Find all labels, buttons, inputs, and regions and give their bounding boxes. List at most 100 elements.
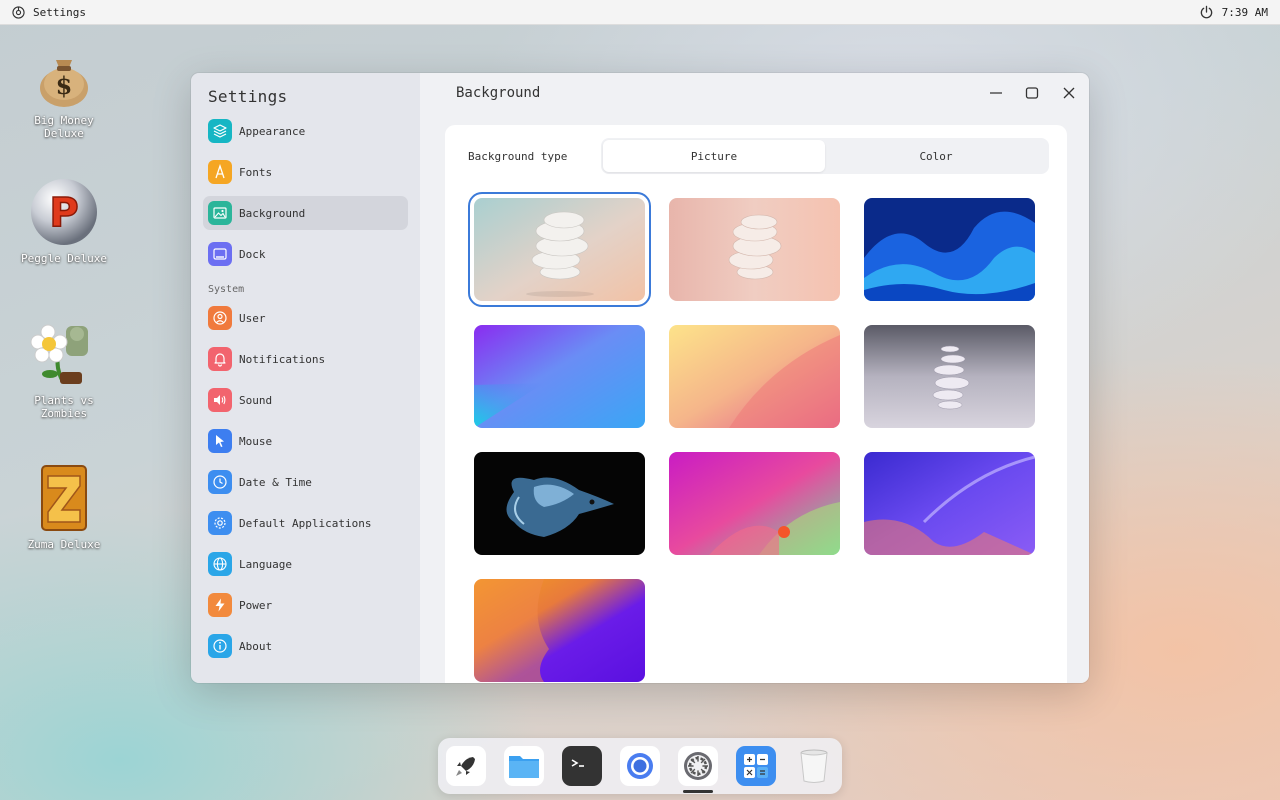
desktop-icon-label: Peggle Deluxe bbox=[20, 252, 108, 265]
main-panel: Background Background type Picture Color bbox=[420, 73, 1089, 683]
wallpaper-thumbnail[interactable] bbox=[669, 198, 840, 301]
page-title: Background bbox=[456, 85, 541, 101]
clock-icon bbox=[208, 470, 232, 494]
wallpaper-thumbnail[interactable] bbox=[474, 452, 645, 555]
sidebar-item-notifications[interactable]: Notifications bbox=[203, 342, 408, 376]
bell-icon bbox=[208, 347, 232, 371]
dock-app-browser[interactable] bbox=[620, 746, 660, 786]
sidebar-item-appearance[interactable]: Appearance bbox=[203, 114, 408, 148]
user-icon bbox=[208, 306, 232, 330]
minimize-button[interactable] bbox=[987, 84, 1005, 102]
power-icon[interactable] bbox=[1199, 5, 1214, 20]
folder-icon bbox=[509, 756, 539, 778]
cursor-icon bbox=[208, 429, 232, 453]
sidebar-item-label: Date & Time bbox=[239, 475, 312, 489]
dock-app-calculator[interactable] bbox=[736, 746, 776, 786]
speaker-icon bbox=[208, 388, 232, 412]
sidebar-item-date-time[interactable]: Date & Time bbox=[203, 465, 408, 499]
maximize-icon bbox=[1025, 87, 1039, 99]
font-icon bbox=[208, 160, 232, 184]
dock-app-files[interactable] bbox=[504, 746, 544, 786]
sidebar-section-system: System bbox=[208, 284, 245, 295]
browser-icon bbox=[627, 753, 653, 779]
lightning-icon bbox=[208, 593, 232, 617]
top-bar: Settings 7:39 AM bbox=[0, 0, 1280, 25]
sidebar-item-label: Fonts bbox=[239, 165, 273, 179]
background-type-label: Background type bbox=[468, 150, 568, 163]
wallpaper-thumbnail[interactable] bbox=[864, 452, 1035, 555]
sidebar-item-language[interactable]: Language bbox=[203, 547, 408, 581]
rocket-icon bbox=[456, 757, 475, 776]
desktop-icon-big-money[interactable]: $ Big Money Deluxe bbox=[14, 38, 114, 140]
sidebar-item-label: Language bbox=[239, 557, 292, 571]
wallpaper-thumbnail[interactable] bbox=[864, 325, 1035, 428]
minimize-icon bbox=[990, 92, 1002, 94]
wallpaper-thumbnail[interactable] bbox=[474, 325, 645, 428]
active-app-name: Settings bbox=[33, 5, 86, 19]
close-button[interactable] bbox=[1060, 84, 1078, 102]
calculator-icon bbox=[744, 754, 768, 778]
dock-icon bbox=[208, 242, 232, 266]
wallpaper-thumbnail[interactable] bbox=[669, 452, 840, 555]
desktop-icon-label: Big Money Deluxe bbox=[34, 114, 94, 140]
running-indicator bbox=[683, 790, 713, 793]
close-icon bbox=[1063, 87, 1075, 99]
desktop-icon-zuma[interactable]: Zuma Deluxe bbox=[14, 462, 114, 551]
background-settings-card: Background type Picture Color bbox=[445, 125, 1067, 683]
sidebar: Settings Appearance Fonts Background Doc… bbox=[191, 73, 420, 683]
sidebar-item-background[interactable]: Background bbox=[203, 196, 408, 230]
wallpaper-thumbnail[interactable] bbox=[669, 325, 840, 428]
sidebar-item-label: Mouse bbox=[239, 434, 273, 448]
picture-option-button[interactable]: Picture bbox=[603, 140, 825, 172]
settings-window: Settings Appearance Fonts Background Doc… bbox=[191, 73, 1089, 683]
sidebar-item-label: Sound bbox=[239, 393, 273, 407]
sidebar-title: Settings bbox=[208, 87, 288, 106]
desktop-icon-label: Plants vs Zombies bbox=[34, 394, 94, 420]
terminal-icon bbox=[571, 759, 584, 767]
trash-icon bbox=[800, 749, 828, 783]
dock-app-settings[interactable] bbox=[678, 746, 718, 786]
sidebar-item-user[interactable]: User bbox=[203, 301, 408, 335]
sidebar-item-label: Notifications bbox=[239, 352, 326, 366]
color-option-button[interactable]: Color bbox=[825, 140, 1047, 172]
desktop-icon-peggle[interactable]: P Peggle Deluxe bbox=[14, 176, 114, 265]
dock-app-terminal[interactable] bbox=[562, 746, 602, 786]
flower-icon bbox=[30, 324, 88, 384]
sidebar-item-power[interactable]: Power bbox=[203, 588, 408, 622]
peggle-ball-icon: P bbox=[31, 179, 97, 245]
sidebar-item-label: About bbox=[239, 639, 273, 653]
dock bbox=[438, 738, 842, 794]
sidebar-item-dock[interactable]: Dock bbox=[203, 237, 408, 271]
svg-text:P: P bbox=[49, 190, 78, 236]
sidebar-item-label: Background bbox=[239, 206, 306, 220]
sidebar-item-about[interactable]: About bbox=[203, 629, 408, 663]
app-logo-icon[interactable] bbox=[12, 5, 25, 19]
layers-icon bbox=[208, 119, 232, 143]
wallpaper-thumbnail[interactable] bbox=[468, 192, 651, 307]
money-bag-icon: $ bbox=[40, 60, 88, 107]
globe-icon bbox=[208, 552, 232, 576]
desktop-icon-plants-vs-zombies[interactable]: Plants vs Zombies bbox=[14, 318, 114, 420]
maximize-button[interactable] bbox=[1023, 84, 1041, 102]
image-icon bbox=[208, 201, 232, 225]
zuma-icon bbox=[41, 465, 87, 531]
sidebar-item-label: Appearance bbox=[239, 124, 306, 138]
desktop-icon-label: Zuma Deluxe bbox=[27, 538, 101, 551]
sidebar-item-label: Dock bbox=[239, 247, 266, 261]
sidebar-item-default-applications[interactable]: Default Applications bbox=[203, 506, 408, 540]
sidebar-item-sound[interactable]: Sound bbox=[203, 383, 408, 417]
sidebar-item-fonts[interactable]: Fonts bbox=[203, 155, 408, 189]
dock-app-trash[interactable] bbox=[794, 746, 834, 786]
info-icon bbox=[208, 634, 232, 658]
gear-icon bbox=[208, 511, 232, 535]
background-type-toggle: Picture Color bbox=[601, 138, 1049, 174]
wallpaper-thumbnail[interactable] bbox=[864, 198, 1035, 301]
clock[interactable]: 7:39 AM bbox=[1222, 6, 1268, 19]
settings-gear-icon bbox=[684, 752, 712, 780]
sidebar-item-label: Power bbox=[239, 598, 273, 612]
dock-app-launcher[interactable] bbox=[446, 746, 486, 786]
sidebar-item-mouse[interactable]: Mouse bbox=[203, 424, 408, 458]
sidebar-item-label: User bbox=[239, 311, 266, 325]
wallpaper-thumbnail[interactable] bbox=[474, 579, 645, 682]
sidebar-item-label: Default Applications bbox=[239, 516, 372, 530]
